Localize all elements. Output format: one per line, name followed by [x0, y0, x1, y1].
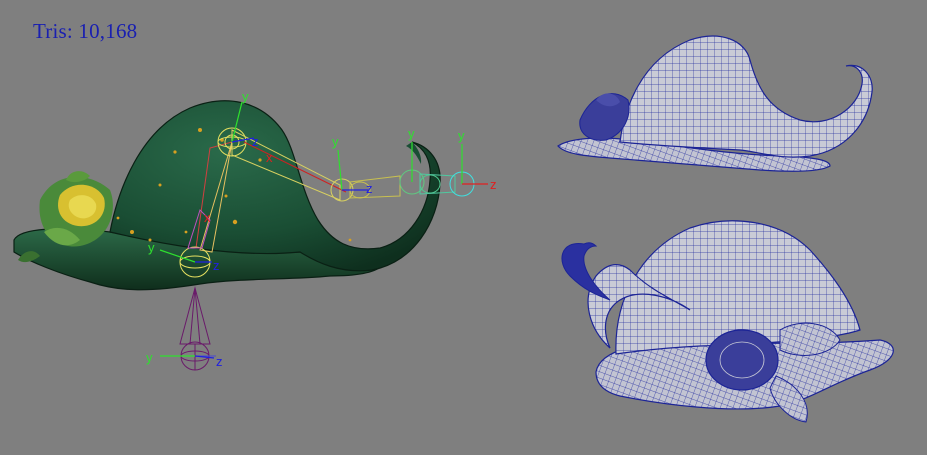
3d-viewport[interactable]: Tris: 10,168 y x z y z y y z x y z y z: [0, 0, 927, 455]
wireframe-hat-side-view[interactable]: [557, 35, 873, 172]
wireframe-hat-front-view[interactable]: [561, 220, 894, 423]
wireframe-views[interactable]: [0, 0, 927, 455]
